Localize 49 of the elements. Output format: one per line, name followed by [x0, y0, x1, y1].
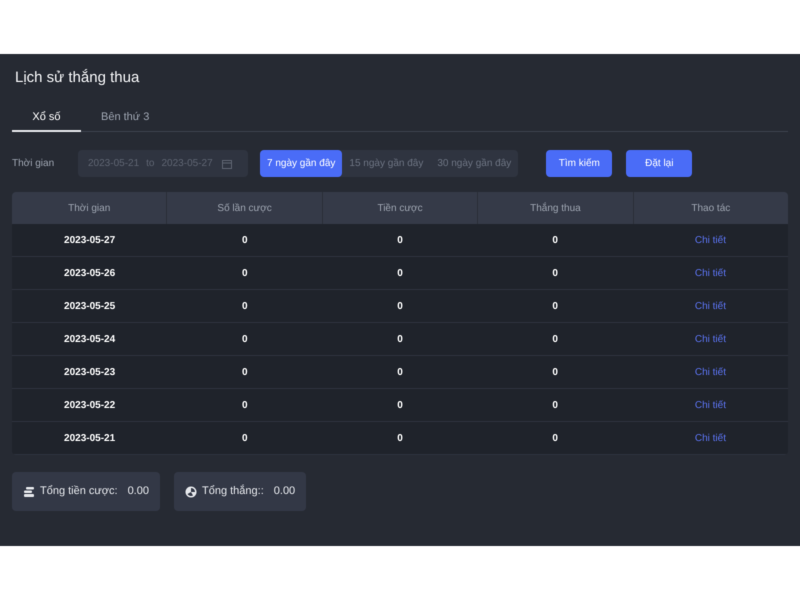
table-cell-text: 0: [551, 432, 559, 446]
range-option[interactable]: 7 ngày gần đây: [260, 150, 342, 177]
table-cell-text: 2023-05-21: [63, 432, 116, 446]
table-cell-text: 0: [396, 432, 404, 446]
table-cell-text: 0: [396, 332, 404, 346]
table-cell-text: 0: [551, 234, 559, 248]
table-cell-text: 0: [241, 398, 249, 412]
table-cell-text: 0: [396, 366, 404, 380]
table-cell-text: 0: [551, 332, 559, 346]
tab[interactable]: Bên thứ 3: [81, 105, 151, 132]
table-cell-text: 0: [241, 266, 249, 280]
table-cell-text: 0: [241, 300, 249, 314]
table-cell-text: 0: [396, 398, 404, 412]
table-cell-text: 0: [241, 432, 249, 446]
column-header: Thời gian: [67, 202, 112, 216]
detail-link[interactable]: Chi tiết: [694, 232, 726, 248]
detail-link[interactable]: Chi tiết: [694, 266, 726, 280]
table-cell-text: 2023-05-25: [63, 300, 116, 314]
table-cell-text: 2023-05-27: [63, 234, 116, 248]
detail-link[interactable]: Chi tiết: [694, 398, 726, 412]
detail-link[interactable]: Chi tiết: [694, 430, 726, 446]
table-cell-text: 0: [241, 366, 249, 380]
detail-link[interactable]: Chi tiết: [694, 298, 726, 314]
table-cell-text: 0: [551, 398, 559, 412]
detail-link[interactable]: Chi tiết: [694, 332, 726, 346]
table-cell-text: 0: [396, 234, 404, 248]
reset-button[interactable]: Đặt lại: [626, 150, 692, 177]
summary-label: Tổng tiền cược:: [40, 484, 118, 500]
summary-label: Tổng thắng::: [202, 484, 264, 500]
detail-link[interactable]: Chi tiết: [694, 364, 726, 380]
table-cell-text: 0: [551, 300, 559, 314]
summary-value: 0.00: [128, 484, 149, 500]
table-cell-text: 2023-05-22: [63, 398, 116, 412]
search-button[interactable]: Tìm kiếm: [546, 150, 612, 177]
table-cell-text: 0: [551, 266, 559, 280]
table-cell-text: 2023-05-26: [63, 266, 116, 280]
range-option[interactable]: 15 ngày gần đây: [342, 150, 430, 177]
page-title: Lịch sử thắng thua: [15, 68, 140, 87]
filter-label: Thời gian: [12, 157, 56, 171]
tab[interactable]: Xổ số: [12, 105, 81, 132]
table-cell-text: 0: [551, 366, 559, 380]
table-cell-text: 0: [241, 332, 249, 346]
table-cell-text: 0: [396, 300, 404, 314]
table-cell-text: 2023-05-24: [63, 332, 116, 346]
table-cell-text: 2023-05-23: [63, 366, 116, 380]
summary-value: 0.00: [274, 484, 296, 500]
range-option[interactable]: 30 ngày gần đây: [430, 150, 518, 177]
table-cell-text: 0: [241, 234, 249, 248]
table-cell-text: 0: [396, 266, 404, 280]
